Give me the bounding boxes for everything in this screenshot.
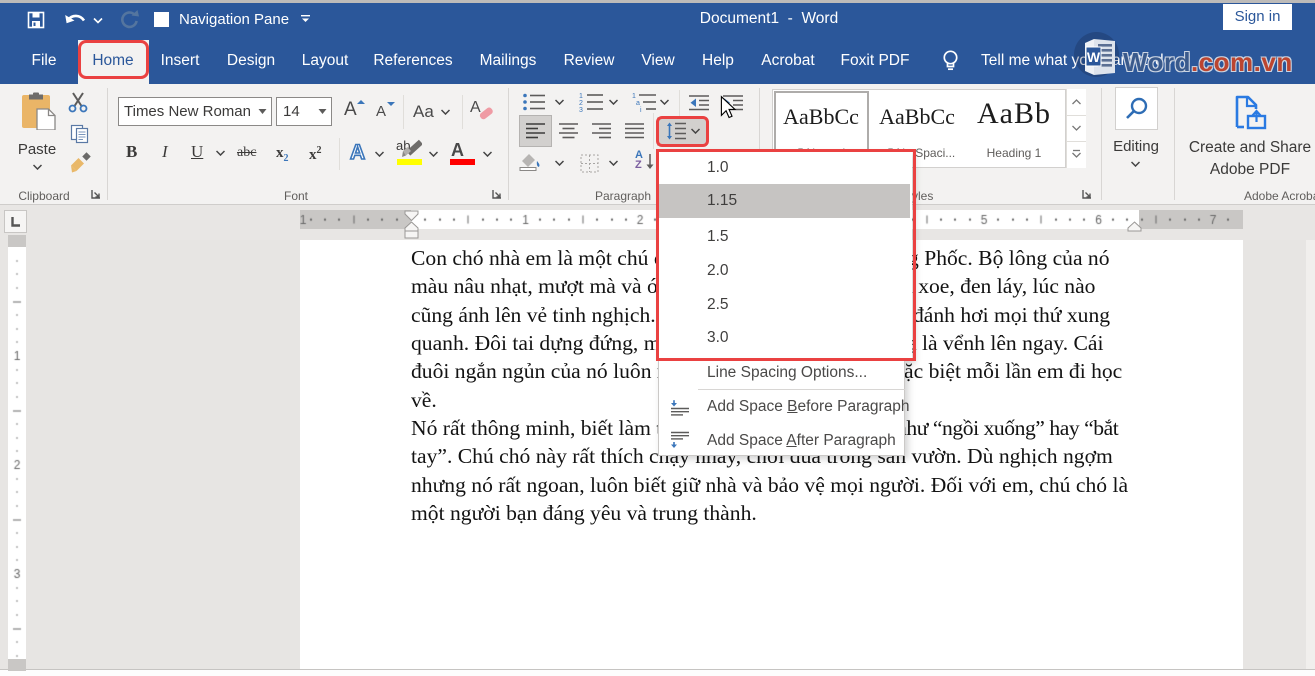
svg-text:1: 1 [632, 93, 636, 100]
svg-text:i: i [640, 107, 642, 113]
svg-text:a: a [636, 100, 640, 107]
svg-text:W: W [1087, 49, 1101, 65]
svg-text:3: 3 [579, 107, 583, 113]
svg-text:1: 1 [579, 93, 583, 100]
svg-text:2: 2 [579, 100, 583, 107]
